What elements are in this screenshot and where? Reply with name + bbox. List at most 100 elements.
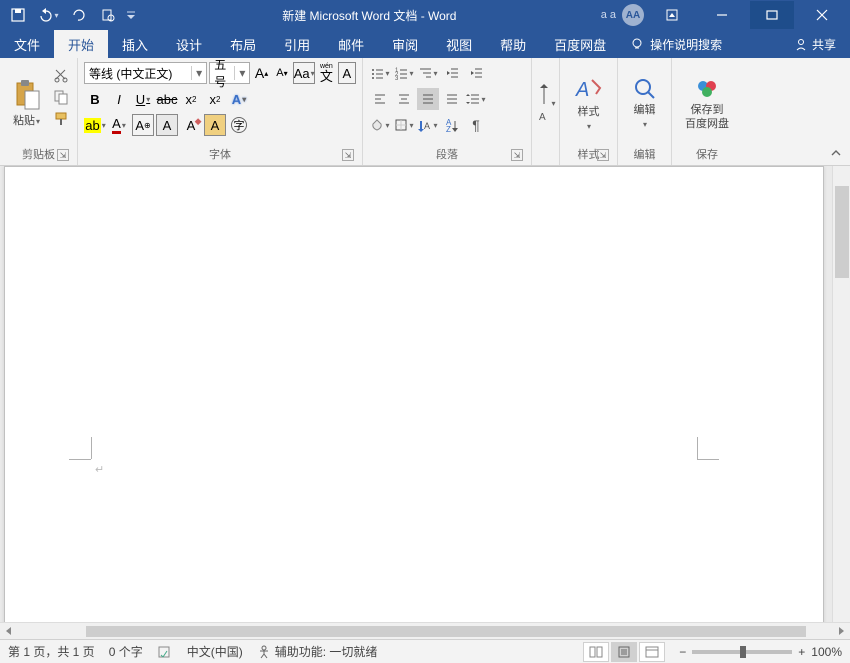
- find-icon: [632, 76, 658, 102]
- zoom-slider-thumb[interactable]: [740, 646, 746, 658]
- tab-review[interactable]: 审阅: [378, 30, 432, 58]
- print-preview-icon[interactable]: [94, 1, 122, 29]
- scroll-left-icon[interactable]: [2, 624, 16, 638]
- tab-baidu[interactable]: 百度网盘: [540, 30, 620, 58]
- qat-customize-icon[interactable]: [124, 1, 138, 29]
- svg-text:A: A: [539, 112, 546, 123]
- enclosed-char-icon[interactable]: 字: [228, 114, 250, 136]
- numbering-icon[interactable]: 123▾: [393, 62, 415, 84]
- phonetic-guide-icon[interactable]: wén文: [317, 62, 335, 84]
- character-scaling-icon[interactable]: A: [204, 114, 226, 136]
- enclose-char-icon[interactable]: A: [156, 114, 178, 136]
- accessibility-status[interactable]: 辅助功能: 一切就绪: [257, 643, 378, 660]
- shrink-font-icon[interactable]: A▾: [273, 62, 291, 84]
- tab-file[interactable]: 文件: [0, 30, 54, 58]
- tab-insert[interactable]: 插入: [108, 30, 162, 58]
- subscript-button[interactable]: x2: [180, 88, 202, 110]
- editing-label: 编辑: [634, 104, 656, 116]
- sort-icon[interactable]: AZ: [441, 114, 463, 136]
- print-layout-icon[interactable]: [611, 642, 637, 662]
- horizontal-scrollbar[interactable]: [0, 622, 850, 639]
- shading-icon[interactable]: ▾: [369, 114, 391, 136]
- redo-icon[interactable]: [64, 1, 92, 29]
- clear-formatting-icon[interactable]: A◆: [180, 114, 202, 136]
- tab-design[interactable]: 设计: [162, 30, 216, 58]
- bold-button[interactable]: B: [84, 88, 106, 110]
- tab-view[interactable]: 视图: [432, 30, 486, 58]
- zoom-slider[interactable]: [692, 650, 792, 654]
- undo-icon[interactable]: ▾: [34, 1, 62, 29]
- align-center-icon[interactable]: [393, 88, 415, 110]
- document-page[interactable]: ↵: [4, 166, 824, 622]
- paste-button[interactable]: 粘贴▾: [6, 62, 47, 145]
- web-layout-icon[interactable]: [639, 642, 665, 662]
- tab-layout[interactable]: 布局: [216, 30, 270, 58]
- scrollbar-thumb[interactable]: [86, 626, 806, 637]
- styles-dialog-launcher[interactable]: ⇲: [597, 149, 609, 161]
- editing-button[interactable]: 编辑▾: [624, 62, 665, 145]
- align-justify-icon[interactable]: [417, 88, 439, 110]
- text-direction-icon[interactable]: A▾: [535, 93, 557, 115]
- font-dialog-launcher[interactable]: ⇲: [342, 149, 354, 161]
- italic-button[interactable]: I: [108, 88, 130, 110]
- minimize-button[interactable]: [700, 1, 744, 29]
- underline-button[interactable]: U▾: [132, 88, 154, 110]
- svg-text:Z: Z: [446, 125, 451, 132]
- asian-layout-icon[interactable]: A▾: [417, 114, 439, 136]
- align-left-icon[interactable]: [369, 88, 391, 110]
- tab-home[interactable]: 开始: [54, 30, 108, 58]
- spell-check-icon[interactable]: [157, 645, 173, 659]
- char-shading-icon[interactable]: A⊕: [132, 114, 154, 136]
- ribbon-display-options-icon[interactable]: [650, 1, 694, 29]
- character-border-icon[interactable]: A: [338, 62, 356, 84]
- tab-help[interactable]: 帮助: [486, 30, 540, 58]
- tab-references[interactable]: 引用: [270, 30, 324, 58]
- collapse-ribbon-icon[interactable]: [828, 145, 844, 161]
- decrease-indent-icon[interactable]: [441, 62, 463, 84]
- change-case-icon[interactable]: Aa▾: [293, 62, 315, 84]
- scrollbar-thumb[interactable]: [835, 186, 849, 278]
- zoom-level[interactable]: 100%: [811, 645, 842, 659]
- zoom-in-button[interactable]: +: [798, 645, 805, 659]
- multilevel-list-icon[interactable]: ▾: [417, 62, 439, 84]
- show-marks-icon[interactable]: ¶: [465, 114, 487, 136]
- line-spacing-icon[interactable]: ▾: [465, 88, 487, 110]
- text-effects-icon[interactable]: A▾: [228, 88, 250, 110]
- highlight-color-icon[interactable]: ab▾: [84, 114, 106, 136]
- superscript-button[interactable]: x2: [204, 88, 226, 110]
- read-mode-icon[interactable]: [583, 642, 609, 662]
- group-baidu-save: 保存到百度网盘 保存: [672, 58, 742, 165]
- share-button[interactable]: 共享: [780, 30, 850, 58]
- vertical-scrollbar[interactable]: [832, 166, 850, 622]
- save-icon[interactable]: [4, 1, 32, 29]
- a11y-text: 辅助功能: 一切就绪: [275, 643, 378, 660]
- tab-mailings[interactable]: 邮件: [324, 30, 378, 58]
- tell-me-search[interactable]: 操作说明搜索: [620, 30, 732, 58]
- word-count[interactable]: 0 个字: [109, 643, 143, 660]
- styles-button[interactable]: A 样式▾: [566, 62, 611, 145]
- clipboard-dialog-launcher[interactable]: ⇲: [57, 149, 69, 161]
- document-viewport[interactable]: ↵: [0, 166, 832, 622]
- maximize-button[interactable]: [750, 1, 794, 29]
- page-indicator[interactable]: 第 1 页，共 1 页: [8, 643, 95, 660]
- asian-typography-group: A▾: [532, 58, 560, 165]
- close-button[interactable]: [800, 1, 844, 29]
- scroll-right-icon[interactable]: [834, 624, 848, 638]
- borders-icon[interactable]: ▾: [393, 114, 415, 136]
- language-indicator[interactable]: 中文(中国): [187, 643, 243, 660]
- paragraph-dialog-launcher[interactable]: ⇲: [511, 149, 523, 161]
- bullets-icon[interactable]: ▾: [369, 62, 391, 84]
- format-painter-icon[interactable]: [51, 110, 71, 128]
- zoom-out-button[interactable]: −: [679, 645, 686, 659]
- increase-indent-icon[interactable]: [465, 62, 487, 84]
- font-size-combo[interactable]: 五号▾: [209, 62, 250, 84]
- distributed-icon[interactable]: [441, 88, 463, 110]
- copy-icon[interactable]: [51, 88, 71, 106]
- strikethrough-button[interactable]: abc: [156, 88, 178, 110]
- cut-icon[interactable]: [51, 66, 71, 84]
- font-color-icon[interactable]: A▾: [108, 114, 130, 136]
- font-family-combo[interactable]: 等线 (中文正文)▾: [84, 62, 207, 84]
- grow-font-icon[interactable]: A▴: [252, 62, 270, 84]
- user-avatar[interactable]: AA: [622, 4, 644, 26]
- save-to-baidu-button[interactable]: 保存到百度网盘: [678, 62, 736, 145]
